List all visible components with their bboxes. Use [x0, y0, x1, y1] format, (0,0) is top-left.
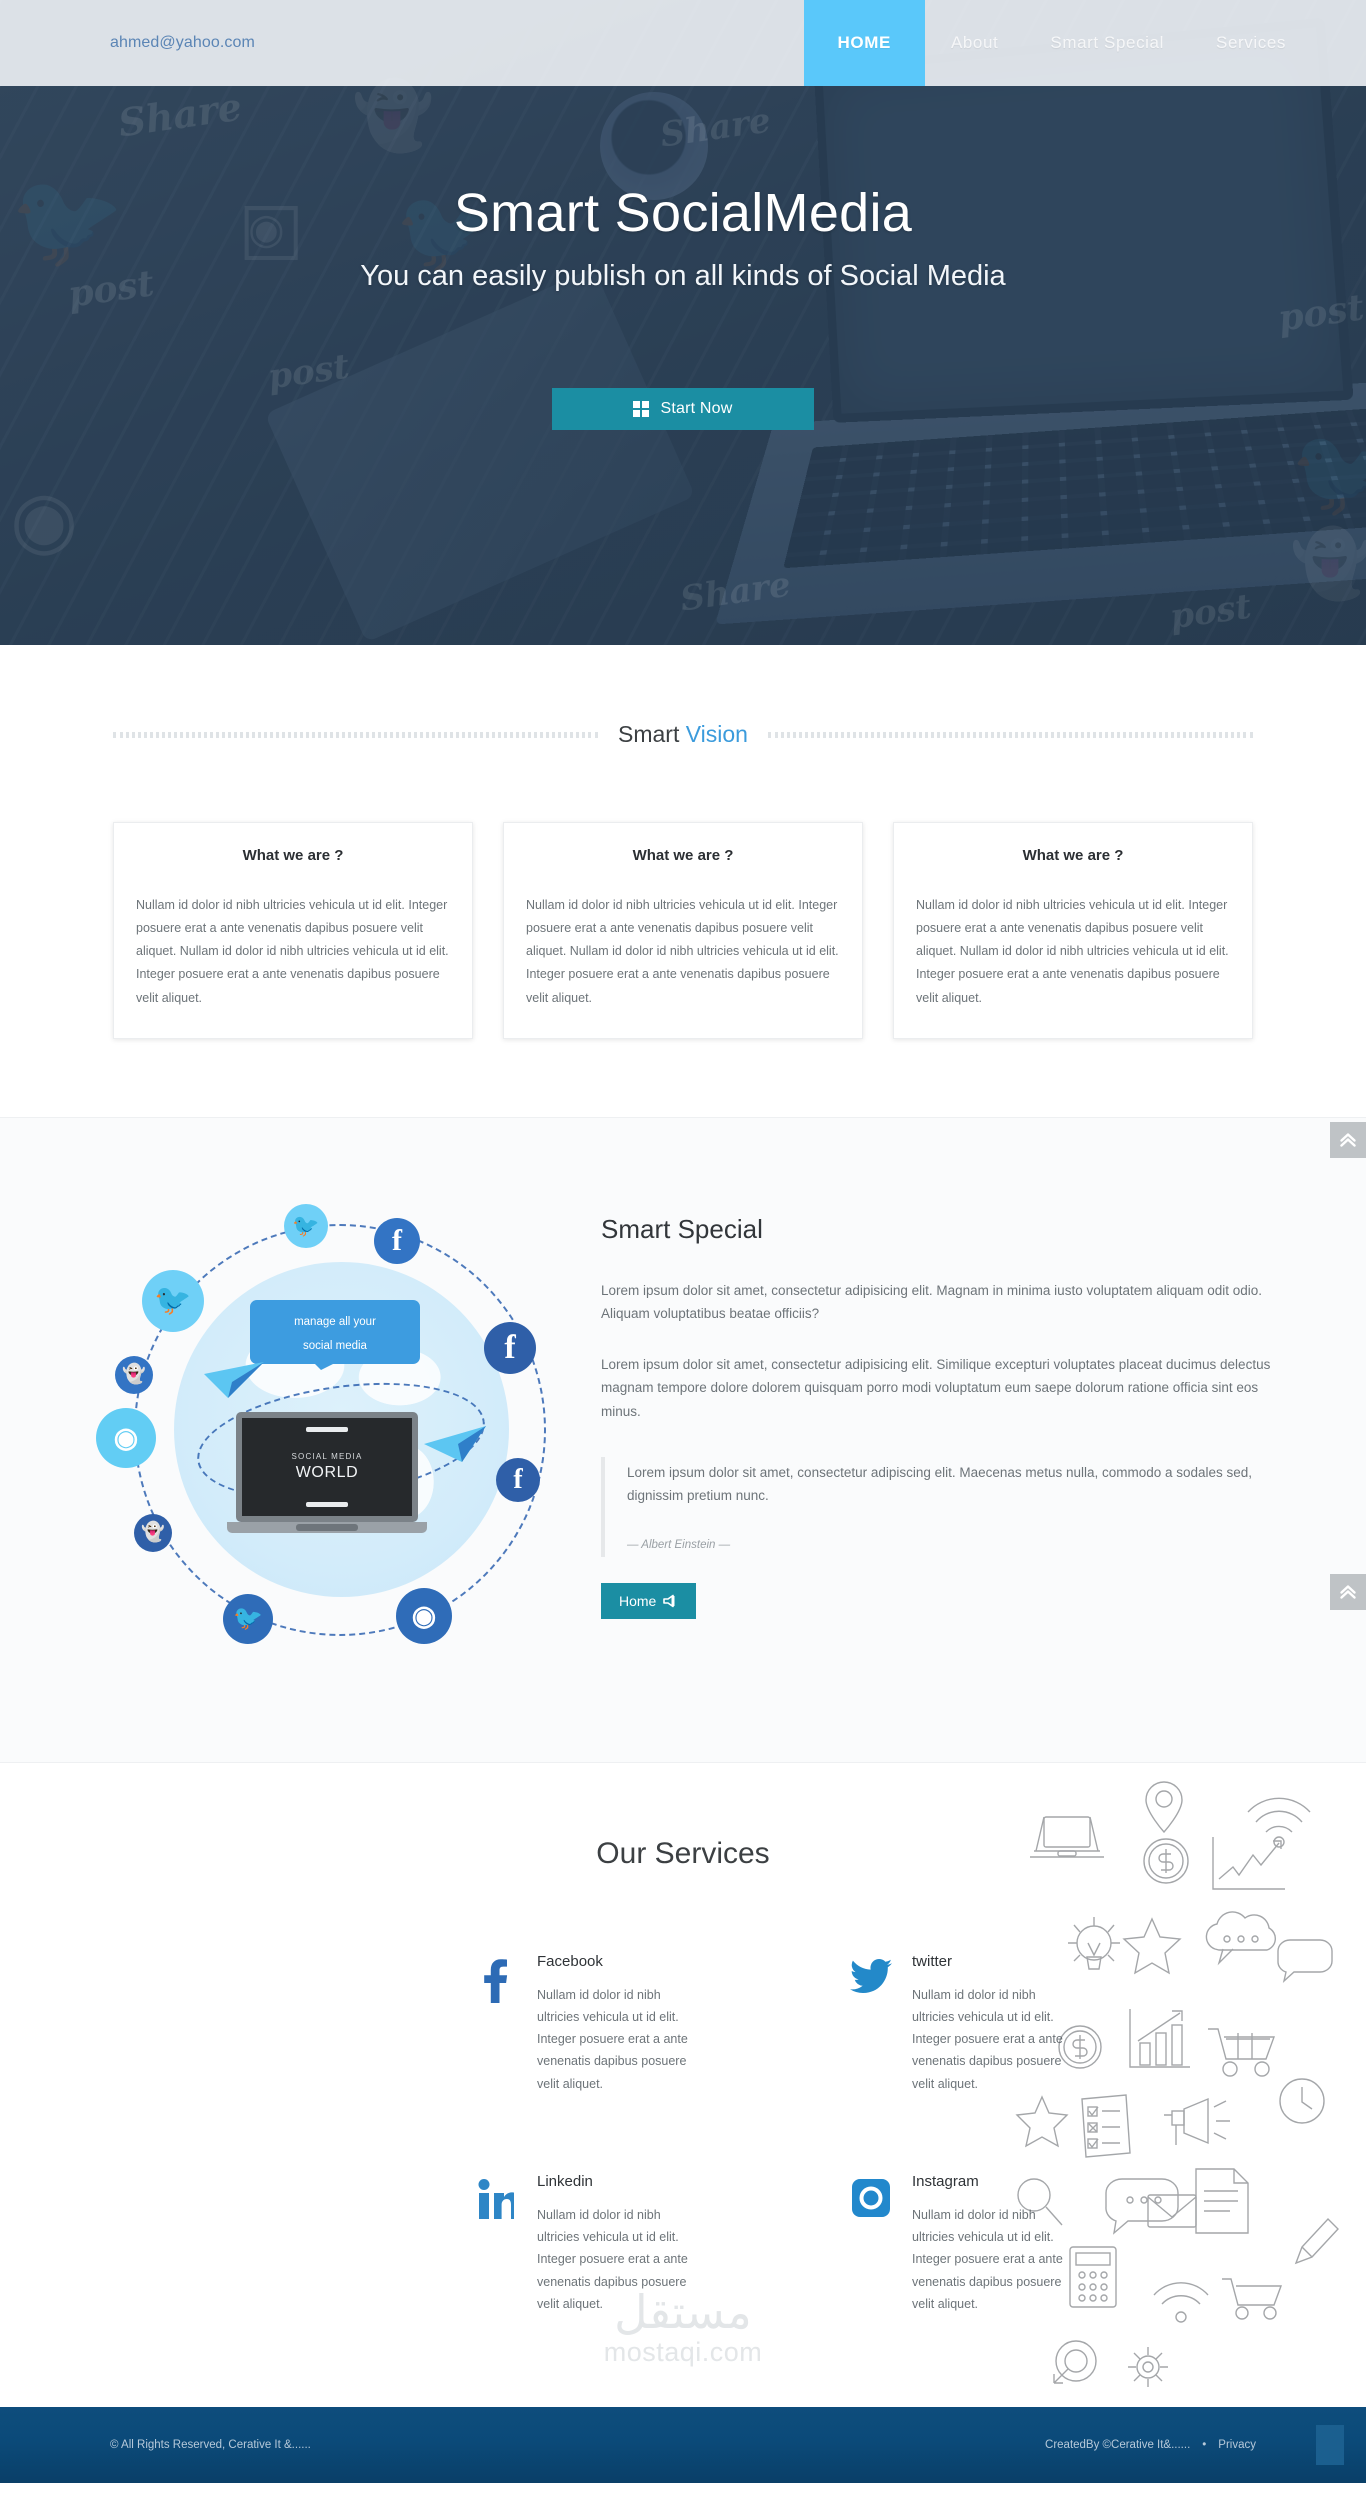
vision-card: What we are ? Nullam id dolor id nibh ul…	[893, 822, 1253, 1039]
scroll-to-top-button[interactable]	[1330, 1121, 1366, 1158]
service-body: Nullam id dolor id nibh ultricies vehicu…	[912, 1987, 1063, 2091]
contact-email: ahmed@yahoo.com	[110, 34, 255, 51]
main-nav: HOME About Smart Special Services	[803, 0, 1366, 86]
service-item-facebook: Facebook Nullam id dolor id nibh ultrici…	[473, 1953, 808, 2095]
smart-special-paragraph-2: Lorem ipsum dolor sit amet, consectetur …	[601, 1357, 1271, 1419]
paper-plane-icon	[204, 1361, 264, 1398]
footer-created-by: CreatedBy ©Cerative It&......	[1045, 2439, 1191, 2452]
service-name: Linkedin	[537, 2172, 593, 2190]
service-item-twitter: twitter Nullam id dolor id nibh ultricie…	[848, 1953, 1183, 2095]
card-body: Nullam id dolor id nibh ultricies vehicu…	[916, 898, 1229, 1005]
facebook-icon: f	[496, 1457, 540, 1502]
service-item-instagram: Instagram Nullam id dolor id nibh ultric…	[848, 2173, 1183, 2315]
instagram-icon: ◉	[96, 1407, 156, 1468]
page-title: Smart Vision	[598, 721, 768, 748]
hero-title: Smart SocialMedia	[453, 183, 913, 243]
bubble-line-2: social media	[303, 1339, 367, 1352]
snapchat-icon: 👻	[134, 1513, 172, 1552]
scroll-to-top-button[interactable]	[1330, 1573, 1366, 1610]
quote-text: Lorem ipsum dolor sit amet, consectetur …	[627, 1464, 1253, 1503]
page-footer: © All Rights Reserved, Cerative It &....…	[0, 2407, 1366, 2484]
card-body: Nullam id dolor id nibh ultricies vehicu…	[136, 898, 449, 1005]
megaphone-icon	[663, 1594, 675, 1608]
heading-accent: Vision	[685, 721, 748, 747]
footer-scroll-block[interactable]	[1316, 2425, 1344, 2466]
start-now-button[interactable]: Start Now	[552, 388, 814, 430]
start-now-label: Start Now	[660, 400, 733, 417]
service-name: twitter	[912, 1952, 953, 1970]
hero-section: 🐦 ☐ ◉ 🐦 👻 ◉ 🐦 👻 Share post post Share po…	[0, 0, 1366, 645]
hero-content: Smart SocialMedia You can easily publish…	[0, 0, 1366, 645]
heading-dashline-right	[767, 731, 1253, 738]
smart-special-section: 🐦 f 🐦 f 👻 ◉ f 👻 🐦 ◉ manage all your soci…	[0, 1116, 1366, 1763]
footer-copyright: © All Rights Reserved, Cerative It &....…	[110, 2439, 311, 2452]
heading-primary: Smart	[618, 721, 686, 747]
twitter-icon: 🐦	[223, 1593, 273, 1644]
double-chevron-up-icon	[1340, 1584, 1356, 1599]
vision-card: What we are ? Nullam id dolor id nibh ul…	[113, 822, 473, 1039]
bubble-line-1: manage all your	[294, 1315, 376, 1328]
smart-special-text: Smart Special Lorem ipsum dolor sit amet…	[583, 1176, 1288, 1620]
facebook-icon	[473, 1953, 519, 2095]
services-grid: Facebook Nullam id dolor id nibh ultrici…	[183, 1953, 1183, 2316]
service-body: Nullam id dolor id nibh ultricies vehicu…	[912, 2207, 1063, 2311]
instagram-icon: ◉	[396, 1587, 452, 1644]
our-services-section: Our Services Facebook Nullam id dolor id…	[0, 1762, 1366, 2408]
facebook-icon: f	[374, 1217, 420, 1264]
quote-author: — Albert Einstein —	[627, 1539, 731, 1552]
card-title: What we are ?	[1022, 847, 1124, 864]
smart-vision-section: Smart Vision What we are ? Nullam id dol…	[0, 645, 1366, 1117]
testimonial-quote: Lorem ipsum dolor sit amet, consectetur …	[601, 1456, 1288, 1558]
twitter-icon	[848, 1953, 894, 2095]
nav-item-home[interactable]: HOME	[803, 0, 925, 86]
laptop-screen-line-2: WORLD	[295, 1463, 359, 1481]
section-heading: Smart Vision	[113, 721, 1253, 748]
hero-subtitle: You can easily publish on all kinds of S…	[360, 260, 1006, 292]
services-title: Our Services	[596, 1836, 770, 1870]
service-item-linkedin: Linkedin Nullam id dolor id nibh ultrici…	[473, 2173, 808, 2315]
laptop-screen-line-1: SOCIAL MEDIA	[291, 1451, 363, 1461]
instagram-icon	[848, 2173, 894, 2315]
footer-privacy-link[interactable]: Privacy	[1218, 2439, 1256, 2451]
card-title: What we are ?	[632, 847, 734, 864]
smart-special-title: Smart Special	[601, 1213, 763, 1244]
smart-special-paragraph-1: Lorem ipsum dolor sit amet, consectetur …	[601, 1282, 1263, 1321]
windows-grid-icon	[633, 401, 650, 417]
twitter-icon: 🐦	[284, 1203, 328, 1248]
footer-links: CreatedBy ©Cerative It&...... • Privacy	[1045, 2439, 1256, 2451]
footer-separator: •	[1202, 2439, 1207, 2452]
top-navigation-bar: ahmed@yahoo.com HOME About Smart Special…	[0, 0, 1366, 86]
card-body: Nullam id dolor id nibh ultricies vehicu…	[526, 898, 839, 1005]
linkedin-icon	[473, 2173, 519, 2315]
card-title: What we are ?	[242, 847, 344, 864]
service-name: Instagram	[912, 2172, 979, 2190]
service-body: Nullam id dolor id nibh ultricies vehicu…	[537, 2207, 688, 2311]
twitter-icon: 🐦	[142, 1269, 204, 1332]
home-button-label: Home	[619, 1593, 657, 1610]
laptop-graphic: SOCIAL MEDIA WORLD	[227, 1411, 436, 1548]
social-media-illustration: 🐦 f 🐦 f 👻 ◉ f 👻 🐦 ◉ manage all your soci…	[78, 1176, 583, 1696]
vision-card: What we are ? Nullam id dolor id nibh ul…	[503, 822, 863, 1039]
nav-item-smart-special[interactable]: Smart Special	[1024, 0, 1190, 86]
facebook-icon: f	[484, 1321, 536, 1374]
snapchat-icon: 👻	[115, 1355, 153, 1394]
manage-bubble: manage all your social media	[250, 1299, 420, 1370]
service-body: Nullam id dolor id nibh ultricies vehicu…	[537, 1987, 688, 2091]
double-chevron-up-icon	[1340, 1132, 1356, 1147]
heading-dashline-left	[113, 731, 599, 738]
home-button[interactable]: Home	[601, 1583, 697, 1620]
vision-cards: What we are ? Nullam id dolor id nibh ul…	[113, 822, 1253, 1039]
nav-item-services[interactable]: Services	[1190, 0, 1312, 86]
nav-item-about[interactable]: About	[925, 0, 1024, 86]
service-name: Facebook	[537, 1952, 603, 1970]
